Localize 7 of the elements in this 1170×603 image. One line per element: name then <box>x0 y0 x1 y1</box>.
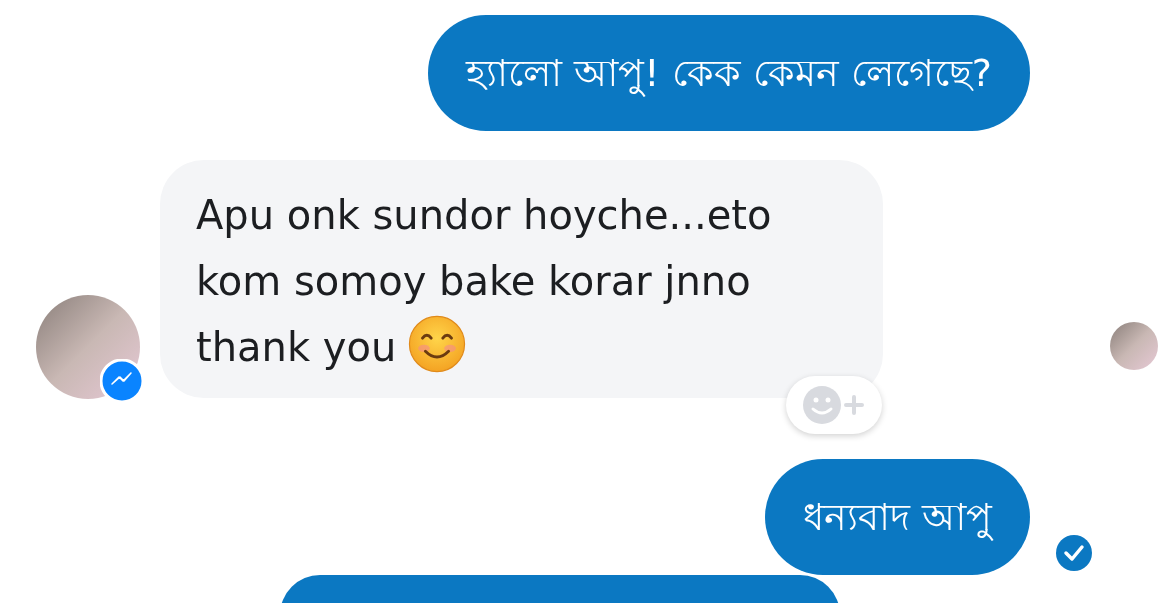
message-bubble: হ্যালো আপু! কেক কেমন লেগেছে? <box>428 15 1030 131</box>
chat-badge-icon <box>100 359 144 403</box>
message-bubble: Apu onk sundor hoyche...eto kom somoy bake korar jnno thank you <box>160 160 883 398</box>
smiling-face-icon <box>408 315 467 373</box>
add-reaction-button[interactable] <box>786 376 882 434</box>
message-bubble: ধন্যবাদ আপু <box>764 459 1030 575</box>
smiley-plus-icon <box>802 385 866 425</box>
